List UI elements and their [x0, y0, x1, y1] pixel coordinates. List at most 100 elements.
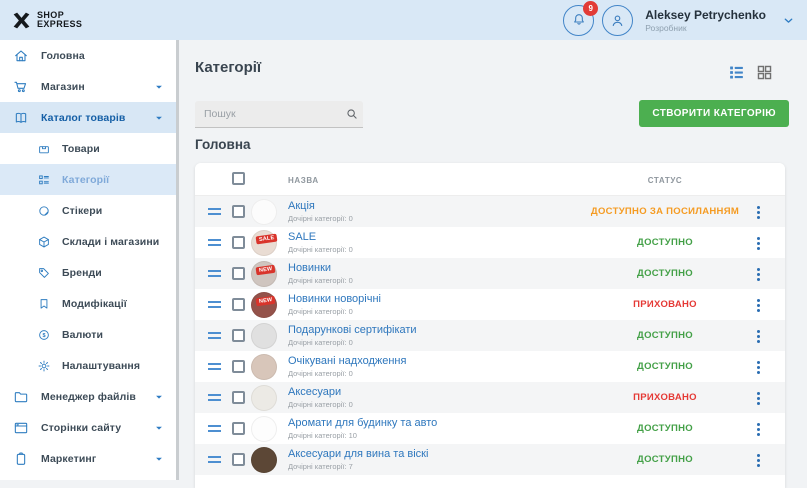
row-menu-kebab-icon[interactable]	[754, 452, 763, 469]
category-children-count: Дочірні категорії: 10	[288, 431, 357, 440]
table-header: НАЗВА СТАТУС	[195, 163, 785, 196]
row-menu-kebab-icon[interactable]	[754, 421, 763, 438]
notifications-button[interactable]: 9	[563, 5, 594, 36]
sidebar-item-stickers[interactable]: Стікери	[0, 195, 176, 226]
category-name-link[interactable]: Аксесуари	[288, 386, 341, 398]
row-menu-kebab-icon[interactable]	[754, 390, 763, 407]
row-menu-kebab-icon[interactable]	[754, 204, 763, 221]
user-menu-chevron-down-icon[interactable]	[782, 14, 795, 27]
category-thumbnail	[251, 416, 277, 442]
category-name-link[interactable]: SALE	[288, 231, 316, 243]
drag-handle-icon[interactable]	[208, 394, 221, 401]
sidebar-item-label: Сторінки сайту	[41, 422, 121, 434]
sidebar-item-label: Маркетинг	[41, 453, 96, 465]
sidebar-item-label: Стікери	[62, 205, 102, 217]
app-logo[interactable]: SHOP EXPRESS	[0, 10, 82, 31]
sidebar-item-catalog[interactable]: Каталог товарів	[0, 102, 176, 133]
category-thumbnail: NEW	[251, 292, 277, 318]
cart-icon	[13, 79, 29, 95]
warehouse-icon	[37, 235, 51, 249]
section-title: Головна	[195, 137, 251, 152]
drag-handle-icon[interactable]	[208, 239, 221, 246]
drag-handle-icon[interactable]	[208, 425, 221, 432]
status-badge: ДОСТУПНО ЗА ПОСИЛАННЯМ	[585, 206, 745, 217]
category-name-link[interactable]: Аксесуари для вина та віскі	[288, 448, 428, 460]
table-row: NEW Новинки новорічні Дочірні категорії:…	[195, 289, 785, 320]
sidebar-item-settings[interactable]: Налаштування	[0, 350, 176, 381]
category-name-link[interactable]: Очікувані надходження	[288, 355, 406, 367]
sidebar-item-files[interactable]: Менеджер файлів	[0, 381, 176, 412]
sidebar-item-marketing[interactable]: Маркетинг	[0, 443, 176, 474]
row-checkbox[interactable]	[232, 422, 245, 435]
chevron-down-icon	[154, 423, 164, 433]
products-icon	[37, 142, 51, 156]
sidebar-item-products[interactable]: Товари	[0, 133, 176, 164]
select-all-checkbox[interactable]	[232, 172, 245, 185]
category-thumbnail	[251, 447, 277, 473]
thumbnail-badge: NEW	[256, 264, 276, 275]
category-children-count: Дочірні категорії: 0	[288, 400, 353, 409]
sidebar-item-currencies[interactable]: $ Валюти	[0, 319, 176, 350]
sidebar-item-home[interactable]: Головна	[0, 40, 176, 71]
sidebar-item-label: Валюти	[62, 329, 103, 341]
row-menu-kebab-icon[interactable]	[754, 235, 763, 252]
row-checkbox[interactable]	[232, 267, 245, 280]
sidebar-item-shop[interactable]: Магазин	[0, 71, 176, 102]
column-header-name: НАЗВА	[288, 176, 319, 185]
sidebar-item-warehouses[interactable]: Склади і магазини	[0, 226, 176, 257]
logo-line2: EXPRESS	[37, 20, 82, 29]
logo-x-icon	[11, 10, 32, 31]
currency-icon: $	[37, 328, 51, 342]
category-children-count: Дочірні категорії: 0	[288, 338, 353, 347]
tag-icon	[37, 266, 51, 280]
row-checkbox[interactable]	[232, 205, 245, 218]
row-checkbox[interactable]	[232, 453, 245, 466]
grid-view-icon[interactable]	[756, 64, 773, 81]
category-name-link[interactable]: Подарункові сертифікати	[288, 324, 417, 336]
row-menu-kebab-icon[interactable]	[754, 266, 763, 283]
sidebar-item-label: Модифікації	[62, 298, 127, 310]
table-row: NEW Новинки Дочірні категорії: 0 ДОСТУПН…	[195, 258, 785, 289]
user-role: Розробник	[645, 23, 766, 33]
drag-handle-icon[interactable]	[208, 301, 221, 308]
sidebar-item-modifications[interactable]: Модифікації	[0, 288, 176, 319]
sidebar-item-label: Категорії	[62, 174, 109, 186]
drag-handle-icon[interactable]	[208, 363, 221, 370]
column-header-status: СТАТУС	[585, 176, 745, 185]
category-name-link[interactable]: Акція	[288, 200, 315, 212]
search-icon[interactable]	[345, 107, 367, 121]
status-badge: ДОСТУПНО	[585, 361, 745, 372]
sidebar-item-label: Бренди	[62, 267, 102, 279]
sidebar-item-pages[interactable]: Сторінки сайту	[0, 412, 176, 443]
drag-handle-icon[interactable]	[208, 456, 221, 463]
drag-handle-icon[interactable]	[208, 270, 221, 277]
sidebar-item-brands[interactable]: Бренди	[0, 257, 176, 288]
home-icon	[13, 48, 29, 64]
category-name-link[interactable]: Аромати для будинку та авто	[288, 417, 437, 429]
row-checkbox[interactable]	[232, 298, 245, 311]
sticker-icon	[37, 204, 51, 218]
row-checkbox[interactable]	[232, 360, 245, 373]
row-menu-kebab-icon[interactable]	[754, 297, 763, 314]
row-checkbox[interactable]	[232, 236, 245, 249]
table-row: Аромати для будинку та авто Дочірні кате…	[195, 413, 785, 444]
drag-handle-icon[interactable]	[208, 208, 221, 215]
table-row: Аксесуари для вина та віскі Дочірні кате…	[195, 444, 785, 475]
row-checkbox[interactable]	[232, 391, 245, 404]
category-children-count: Дочірні категорії: 0	[288, 276, 353, 285]
thumbnail-badge: SALE	[256, 233, 278, 244]
avatar[interactable]	[602, 5, 633, 36]
catalog-icon	[13, 110, 29, 126]
category-name-link[interactable]: Новинки новорічні	[288, 293, 381, 305]
sidebar-item-categories[interactable]: Категорії	[0, 164, 176, 195]
row-checkbox[interactable]	[232, 329, 245, 342]
search-input[interactable]	[195, 108, 345, 120]
row-menu-kebab-icon[interactable]	[754, 328, 763, 345]
category-name-link[interactable]: Новинки	[288, 262, 331, 274]
drag-handle-icon[interactable]	[208, 332, 221, 339]
main-content: Категорії СТВОРИТИ КАТЕГОРІЮ Головна НАЗ…	[176, 40, 807, 480]
create-category-button[interactable]: СТВОРИТИ КАТЕГОРІЮ	[639, 100, 789, 127]
row-menu-kebab-icon[interactable]	[754, 359, 763, 376]
sidebar-scrollbar[interactable]	[176, 40, 179, 480]
list-view-icon[interactable]	[728, 64, 745, 81]
